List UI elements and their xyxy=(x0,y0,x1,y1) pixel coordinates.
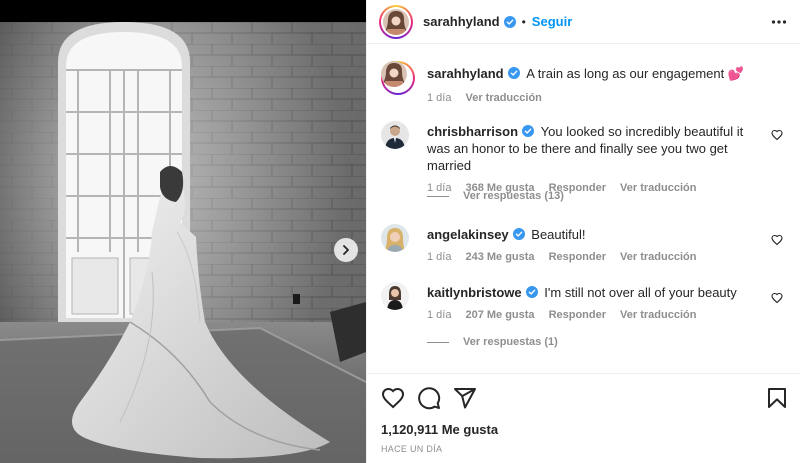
view-replies-label: Ver respuestas (1) xyxy=(463,336,558,348)
verified-badge-icon xyxy=(525,286,538,298)
post-actions: 1,120,911 Me gusta HACE UN DÍA xyxy=(367,373,800,463)
reply-button[interactable]: Responder xyxy=(549,307,606,324)
replies-line xyxy=(427,195,449,197)
caption-text: A train as long as our engagement xyxy=(526,66,725,81)
follow-button[interactable]: Seguir xyxy=(532,14,572,29)
comment-username[interactable]: angelakinsey xyxy=(427,227,509,242)
post-photo[interactable] xyxy=(0,22,366,463)
author-story-ring[interactable] xyxy=(379,4,413,39)
next-photo-button[interactable] xyxy=(334,238,358,262)
likes-count[interactable]: 1,120,911 Me gusta xyxy=(381,422,498,437)
view-replies-label: Ver respuestas (13) xyxy=(463,190,564,202)
view-replies-button[interactable]: Ver respuestas (1) xyxy=(427,336,558,348)
comment-time[interactable]: 1 día xyxy=(427,307,451,324)
translate-link[interactable]: Ver traducción xyxy=(620,307,696,324)
translate-link[interactable]: Ver traducción xyxy=(620,180,696,197)
separator-dot: • xyxy=(521,14,526,29)
commenter-avatar[interactable] xyxy=(381,282,409,310)
post-details-pane: sarahhyland • Seguir sarahhyland A train… xyxy=(366,0,800,463)
heart-icon[interactable] xyxy=(771,234,783,246)
comment-username[interactable]: chrisbharrison xyxy=(427,124,518,139)
verified-badge-icon xyxy=(522,125,535,137)
comment-time[interactable]: 1 día xyxy=(427,249,451,266)
caption-avatar xyxy=(381,61,407,87)
send-icon[interactable] xyxy=(453,386,477,410)
comment-icon[interactable] xyxy=(417,386,441,410)
replies-line xyxy=(427,341,449,343)
caption-username[interactable]: sarahhyland xyxy=(427,66,504,81)
caption-avatar-ring[interactable] xyxy=(381,61,415,95)
comments-list: sarahhyland A train as long as our engag… xyxy=(367,45,800,373)
caption-emoji: 💕 xyxy=(727,66,745,81)
translate-link[interactable]: Ver traducción xyxy=(620,249,696,266)
heart-icon[interactable] xyxy=(771,292,783,304)
caption-translate-link[interactable]: Ver traducción xyxy=(465,90,541,107)
chevron-right-icon xyxy=(343,245,349,255)
view-replies-button[interactable]: Ver respuestas (13) xyxy=(427,190,564,202)
commenter-avatar[interactable] xyxy=(381,121,409,149)
comment-likes[interactable]: 243 Me gusta xyxy=(465,249,534,266)
heart-icon[interactable] xyxy=(381,386,405,410)
post-date[interactable]: HACE UN DÍA xyxy=(381,444,442,454)
comment-username[interactable]: kaitlynbristowe xyxy=(427,285,522,300)
caption-time[interactable]: 1 día xyxy=(427,90,451,107)
verified-badge-icon xyxy=(507,67,520,79)
post-photo-pane xyxy=(0,0,366,463)
comment-text: I'm still not over all of your beauty xyxy=(544,285,737,300)
comment-likes[interactable]: 207 Me gusta xyxy=(465,307,534,324)
verified-badge-icon xyxy=(512,228,525,240)
post-header: sarahhyland • Seguir xyxy=(367,0,800,44)
comment-text: Beautiful! xyxy=(531,227,586,242)
more-options-icon[interactable] xyxy=(771,14,787,30)
verified-badge-icon xyxy=(503,15,516,28)
reply-button[interactable]: Responder xyxy=(549,249,606,266)
instagram-post-modal: sarahhyland • Seguir sarahhyland A train… xyxy=(0,0,800,463)
bookmark-icon[interactable] xyxy=(765,386,789,410)
commenter-avatar[interactable] xyxy=(381,224,409,252)
heart-icon[interactable] xyxy=(771,129,783,141)
author-username[interactable]: sarahhyland xyxy=(423,14,500,29)
author-avatar xyxy=(383,8,409,35)
